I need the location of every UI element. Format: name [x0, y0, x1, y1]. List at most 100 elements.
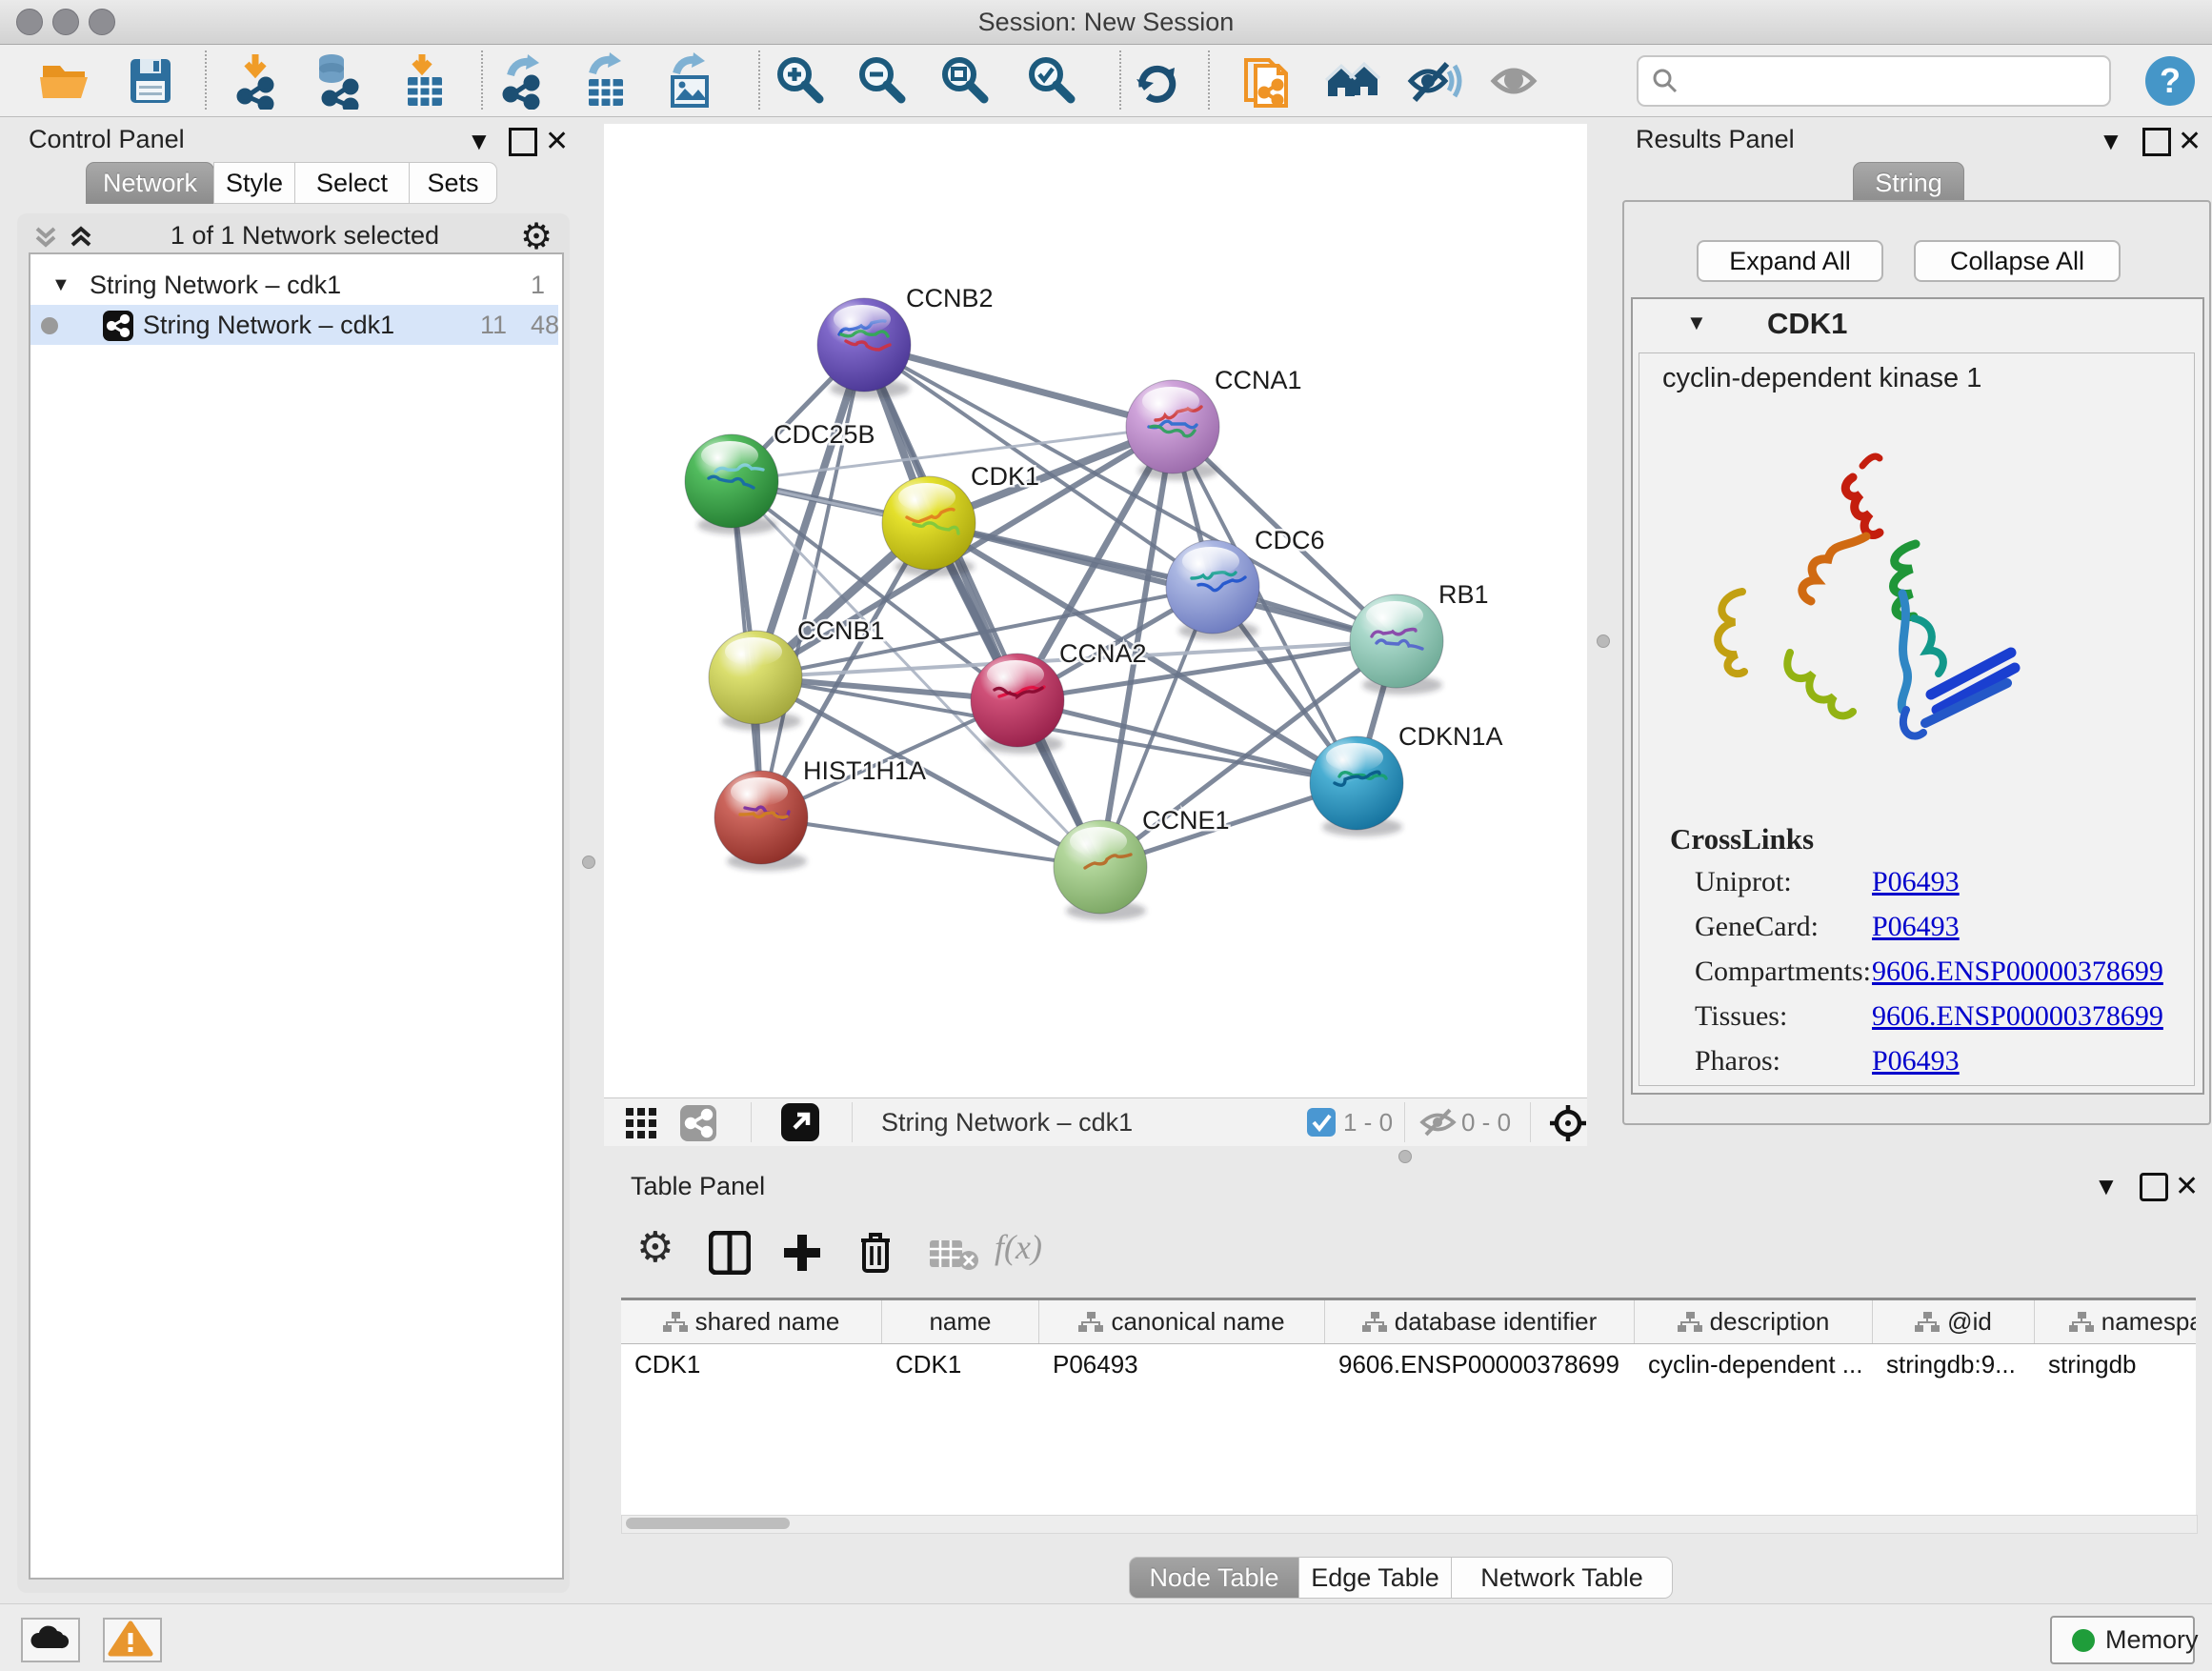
show-columns-icon[interactable]	[709, 1231, 751, 1281]
network-graph[interactable]: CCNB2CCNA1CDC25BCDK1CDC6RB1CCNB1CCNA2CDK…	[604, 124, 1587, 1097]
toolbar-separator	[481, 50, 483, 110]
column-header-namespace[interactable]: namespace	[2035, 1300, 2196, 1343]
column-header-id[interactable]: @id	[1873, 1300, 2035, 1343]
warning-status-button[interactable]	[103, 1618, 162, 1662]
network-collection-row[interactable]: ▼ String Network – cdk1 1	[30, 265, 558, 305]
table-cell[interactable]: stringdb	[2035, 1344, 2196, 1384]
export-image-icon[interactable]	[661, 52, 718, 110]
save-session-icon[interactable]	[122, 52, 179, 110]
svg-text:CCNA2: CCNA2	[1059, 639, 1147, 668]
tab-select[interactable]: Select	[294, 162, 410, 204]
table-cell[interactable]: 9606.ENSP00000378699	[1325, 1344, 1634, 1384]
tab-sets[interactable]: Sets	[409, 162, 497, 204]
export-table-icon[interactable]	[577, 52, 634, 110]
footer-separator	[1530, 1102, 1531, 1142]
toolbar-separator	[1119, 50, 1121, 110]
table-cell[interactable]: P06493	[1039, 1344, 1324, 1384]
hidden-eye-slash-icon[interactable]	[1419, 1108, 1458, 1143]
zoom-in-icon[interactable]	[772, 52, 829, 110]
fit-content-crosshair-icon[interactable]	[1549, 1104, 1587, 1149]
table-panel-collapse-icon[interactable]: ▼	[2094, 1172, 2119, 1201]
collection-expand-icon[interactable]: ▼	[51, 265, 70, 305]
string-home-icon[interactable]	[1324, 52, 1381, 110]
footer-separator	[852, 1102, 853, 1142]
selected-checkbox-icon[interactable]	[1307, 1108, 1336, 1143]
crosslink-uniprot-link[interactable]: P06493	[1872, 866, 1960, 898]
crosslink-tissues-link[interactable]: 9606.ENSP00000378699	[1872, 1000, 2163, 1033]
right-splitter-handle[interactable]	[1597, 634, 1610, 648]
zoom-selected-icon[interactable]	[1023, 52, 1080, 110]
svg-text:CDKN1A: CDKN1A	[1398, 722, 1503, 751]
bottom-splitter-handle[interactable]	[1398, 1150, 1412, 1163]
node-table[interactable]: shared name name canonical name database…	[621, 1298, 2196, 1518]
tab-style[interactable]: Style	[213, 162, 295, 204]
open-view-icon[interactable]	[781, 1103, 819, 1148]
control-panel-collapse-icon[interactable]: ▼	[467, 127, 492, 156]
cloud-status-button[interactable]	[21, 1618, 80, 1662]
table-cell[interactable]: CDK1	[621, 1344, 882, 1384]
tab-network-table[interactable]: Network Table	[1451, 1557, 1673, 1599]
results-panel-collapse-icon[interactable]: ▼	[2099, 127, 2123, 156]
zoom-fit-icon[interactable]	[936, 52, 994, 110]
control-panel-close-icon[interactable]: ✕	[545, 125, 569, 158]
add-column-icon[interactable]	[781, 1231, 823, 1281]
column-header-canonical-name[interactable]: canonical name	[1039, 1300, 1325, 1343]
crosslink-compartments-link[interactable]: 9606.ENSP00000378699	[1872, 956, 2163, 988]
expand-all-button[interactable]: Expand All	[1697, 240, 1883, 282]
table-cell[interactable]: stringdb:9...	[1873, 1344, 2034, 1384]
crosslink-pharos-link[interactable]: P06493	[1872, 1045, 1960, 1077]
string-network-badge-icon[interactable]	[680, 1105, 716, 1148]
tab-node-table[interactable]: Node Table	[1129, 1557, 1299, 1599]
svg-text:CCNB2: CCNB2	[906, 284, 994, 312]
table-horizontal-scrollbar[interactable]	[621, 1515, 2198, 1534]
delete-column-icon[interactable]	[855, 1229, 895, 1281]
table-panel-close-icon[interactable]: ✕	[2175, 1170, 2199, 1203]
import-table-icon[interactable]	[396, 52, 453, 110]
control-panel-float-icon[interactable]	[509, 128, 537, 156]
help-icon[interactable]: ?	[2143, 54, 2197, 114]
network-row-selected[interactable]: String Network – cdk1 11 48	[30, 305, 558, 345]
export-network-icon[interactable]	[495, 52, 553, 110]
table-cell[interactable]: CDK1	[882, 1344, 1038, 1384]
open-session-icon[interactable]	[35, 52, 92, 110]
network-view-canvas[interactable]: CCNB2CCNA1CDC25BCDK1CDC6RB1CCNB1CCNA2CDK…	[604, 124, 1587, 1097]
zoom-out-icon[interactable]	[854, 52, 911, 110]
function-builder-icon: f(x)	[995, 1227, 1042, 1267]
control-panel-title: Control Panel	[29, 125, 185, 154]
column-header-database-identifier[interactable]: database identifier	[1325, 1300, 1635, 1343]
svg-text:CDC6: CDC6	[1255, 526, 1325, 554]
show-glass-icon[interactable]	[1488, 52, 1545, 110]
protein-description: cyclin-dependent kinase 1	[1662, 363, 1981, 394]
tab-string-results[interactable]: String	[1853, 162, 1964, 204]
results-panel-close-icon[interactable]: ✕	[2178, 125, 2202, 158]
memory-button[interactable]: Memory	[2050, 1616, 2195, 1664]
hide-glass-icon[interactable]	[1405, 52, 1462, 110]
search-input[interactable]	[1637, 55, 2111, 107]
crosslink-genecard-link[interactable]: P06493	[1872, 911, 1960, 943]
table-cell[interactable]: cyclin-dependent ...	[1635, 1344, 1872, 1384]
column-header-name[interactable]: name	[882, 1300, 1039, 1343]
tab-network[interactable]: Network	[86, 162, 214, 204]
delete-table-icon	[930, 1237, 979, 1278]
scrollbar-thumb[interactable]	[626, 1518, 790, 1529]
protein-collapse-icon[interactable]: ▼	[1686, 311, 1707, 335]
apply-layout-icon[interactable]	[1129, 52, 1186, 110]
selected-counts: 1 - 0	[1343, 1098, 1393, 1146]
import-network-from-database-icon[interactable]	[309, 52, 366, 110]
svg-text:HIST1H1A: HIST1H1A	[803, 756, 926, 785]
table-panel-float-icon[interactable]	[2140, 1173, 2168, 1201]
collapse-all-button[interactable]: Collapse All	[1914, 240, 2121, 282]
birds-eye-view-icon[interactable]	[626, 1108, 658, 1147]
network-view-toolbar: String Network – cdk1 1 - 0 0 - 0	[604, 1097, 1587, 1146]
network-edge-count: 48	[516, 305, 559, 345]
tab-edge-table[interactable]: Edge Table	[1298, 1557, 1452, 1599]
warning-icon	[105, 1620, 156, 1657]
share-document-icon[interactable]	[1238, 52, 1296, 110]
memory-label: Memory	[2105, 1618, 2199, 1662]
column-header-shared-name[interactable]: shared name	[621, 1300, 882, 1343]
column-header-description[interactable]: description	[1635, 1300, 1873, 1343]
table-options-gear-icon[interactable]: ⚙	[636, 1223, 674, 1272]
left-splitter-handle[interactable]	[582, 856, 595, 869]
results-panel-float-icon[interactable]	[2142, 128, 2171, 156]
import-network-icon[interactable]	[230, 52, 287, 110]
